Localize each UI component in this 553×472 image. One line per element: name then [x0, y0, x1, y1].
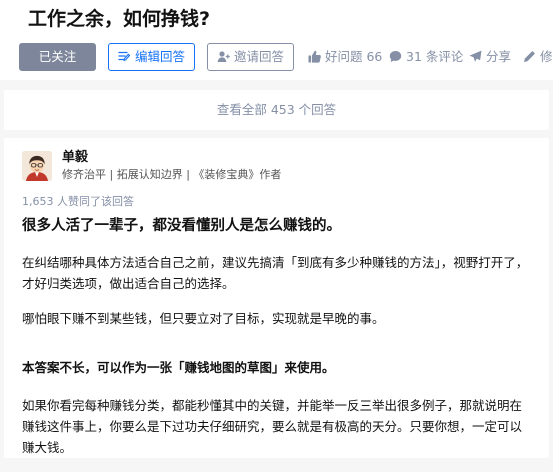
avatar[interactable]: [22, 151, 52, 181]
vote-count: 1,653 人赞同了该回答: [22, 195, 134, 208]
follow-button-label: 已关注: [38, 49, 77, 64]
pencil-icon: [523, 45, 536, 73]
follow-button[interactable]: 已关注: [19, 43, 96, 71]
comment-bubble-icon: [389, 45, 402, 73]
answer-card: 单毅 修齐治平 | 拓展认知边界 | 《装修宝典》作者 1,653 人赞同了该回…: [4, 138, 549, 458]
view-all-answers-label: 查看全部 453 个回答: [216, 102, 337, 117]
good-question-label: 好问题 66: [325, 49, 383, 64]
answer-paragraph-bold: 本答案不长，可以作为一张「赚钱地图的草图」来使用。: [22, 360, 335, 375]
write-answer-label: 编辑回答: [134, 49, 185, 64]
view-all-answers-link[interactable]: 查看全部 453 个回答: [4, 90, 549, 130]
write-answer-button[interactable]: 编辑回答: [108, 43, 195, 71]
invite-answer-button[interactable]: 邀请回答: [207, 43, 294, 71]
question-header: 工作之余，如何挣钱? 已关注 编辑回答 邀请回答 好问题 66 31 条评论 分…: [0, 0, 553, 80]
share-button[interactable]: 分享: [469, 43, 511, 71]
answer-paragraph: 如果你看完每种赚钱分类，都能秒懂其中的关键，并能举一反三举出很多例子，那就说明在…: [22, 398, 523, 455]
comments-button[interactable]: 31 条评论: [389, 43, 463, 71]
answer-paragraph: 在纠结哪种具体方法适合自己之前，建议先搞清「到底有多少种赚钱的方法」，视野打开了…: [22, 255, 529, 291]
comments-label: 31 条评论: [406, 49, 464, 64]
answer-content: 很多人活了一辈子，都没看懂别人是怎么赚钱的。 在纠结哪种具体方法适合自己之前，建…: [22, 216, 534, 472]
invite-answer-label: 邀请回答: [233, 49, 284, 64]
person-add-icon: [217, 46, 230, 72]
paper-plane-icon: [469, 45, 482, 73]
author-bio: 修齐治平 | 拓展认知边界 | 《装修宝典》作者: [62, 168, 282, 181]
good-question-button[interactable]: 好问题 66: [308, 43, 382, 71]
edit-question-label: 修: [540, 49, 553, 64]
edit-question-button[interactable]: 修: [523, 43, 553, 71]
answer-paragraph: 哪怕眼下赚不到某些钱，但只要立对了目标，实现就是早晚的事。: [22, 311, 385, 326]
question-title: 工作之余，如何挣钱?: [28, 8, 211, 30]
author-name[interactable]: 单毅: [62, 149, 88, 167]
thumbs-up-icon: [308, 45, 321, 73]
share-label: 分享: [486, 49, 512, 64]
edit-list-icon: [118, 46, 131, 72]
answer-headline: 很多人活了一辈子，都没看懂别人是怎么赚钱的。: [22, 218, 341, 234]
